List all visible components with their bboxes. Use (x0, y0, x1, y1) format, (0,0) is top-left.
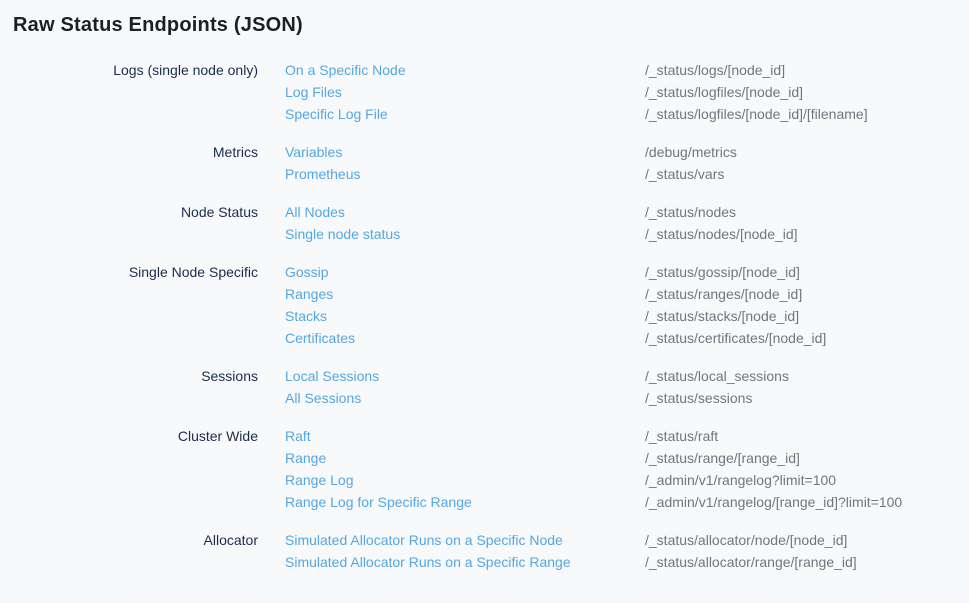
endpoints-column: /debug/metrics/_status/vars (645, 141, 969, 185)
endpoint-link[interactable]: Prometheus (285, 163, 360, 185)
endpoint-path: /_status/logs/[node_id] (645, 59, 969, 81)
endpoint-link[interactable]: Range Log (285, 469, 354, 491)
category-label: Allocator (0, 529, 285, 573)
endpoint-group: Allocator Simulated Allocator Runs on a … (0, 529, 969, 573)
links-column: RaftRangeRange LogRange Log for Specific… (285, 425, 645, 513)
endpoint-path: /_status/sessions (645, 387, 969, 409)
bottom-fade (0, 598, 969, 603)
endpoint-path: /_admin/v1/rangelog/[range_id]?limit=100 (645, 491, 969, 513)
endpoint-group: Node Status All NodesSingle node status … (0, 201, 969, 245)
endpoint-path: /_status/gossip/[node_id] (645, 261, 969, 283)
category-label: Cluster Wide (0, 425, 285, 513)
endpoint-path: /_status/nodes (645, 201, 969, 223)
category-label: Single Node Specific (0, 261, 285, 349)
endpoints-column: /_status/logs/[node_id]/_status/logfiles… (645, 59, 969, 125)
endpoint-link[interactable]: All Nodes (285, 201, 345, 223)
endpoints-column: /_status/local_sessions/_status/sessions (645, 365, 969, 409)
endpoint-link[interactable]: Stacks (285, 305, 327, 327)
endpoint-link[interactable]: Local Sessions (285, 365, 379, 387)
endpoint-link[interactable]: Specific Log File (285, 103, 388, 125)
endpoint-path: /_status/range/[range_id] (645, 447, 969, 469)
links-column: Local SessionsAll Sessions (285, 365, 645, 409)
endpoint-link[interactable]: Ranges (285, 283, 333, 305)
endpoint-group: Logs (single node only) On a Specific No… (0, 59, 969, 125)
endpoint-group: Sessions Local SessionsAll Sessions /_st… (0, 365, 969, 409)
endpoint-link[interactable]: Single node status (285, 223, 400, 245)
endpoint-link[interactable]: Range Log for Specific Range (285, 491, 472, 513)
category-label: Sessions (0, 365, 285, 409)
links-column: Simulated Allocator Runs on a Specific N… (285, 529, 645, 573)
endpoints-column: /_status/allocator/node/[node_id]/_statu… (645, 529, 969, 573)
links-column: GossipRangesStacksCertificates (285, 261, 645, 349)
endpoint-link[interactable]: Simulated Allocator Runs on a Specific R… (285, 551, 571, 573)
endpoint-link[interactable]: On a Specific Node (285, 59, 406, 81)
endpoint-path: /debug/metrics (645, 141, 969, 163)
endpoint-path: /_status/logfiles/[node_id]/[filename] (645, 103, 969, 125)
endpoint-group: Single Node Specific GossipRangesStacksC… (0, 261, 969, 349)
endpoint-link[interactable]: All Sessions (285, 387, 361, 409)
endpoint-link[interactable]: Log Files (285, 81, 342, 103)
endpoint-path: /_status/local_sessions (645, 365, 969, 387)
endpoint-path: /_status/raft (645, 425, 969, 447)
endpoint-groups: Logs (single node only) On a Specific No… (0, 59, 969, 573)
endpoint-path: /_status/allocator/node/[node_id] (645, 529, 969, 551)
endpoint-path: /_status/certificates/[node_id] (645, 327, 969, 349)
endpoint-path: /_status/ranges/[node_id] (645, 283, 969, 305)
category-label: Metrics (0, 141, 285, 185)
endpoint-group: Cluster Wide RaftRangeRange LogRange Log… (0, 425, 969, 513)
endpoint-path: /_status/vars (645, 163, 969, 185)
endpoint-path: /_admin/v1/rangelog?limit=100 (645, 469, 969, 491)
category-label: Node Status (0, 201, 285, 245)
endpoint-path: /_status/logfiles/[node_id] (645, 81, 969, 103)
endpoint-link[interactable]: Gossip (285, 261, 329, 283)
links-column: All NodesSingle node status (285, 201, 645, 245)
endpoint-link[interactable]: Range (285, 447, 326, 469)
endpoint-path: /_status/nodes/[node_id] (645, 223, 969, 245)
endpoint-link[interactable]: Raft (285, 425, 311, 447)
endpoint-path: /_status/allocator/range/[range_id] (645, 551, 969, 573)
endpoint-link[interactable]: Simulated Allocator Runs on a Specific N… (285, 529, 563, 551)
page-title: Raw Status Endpoints (JSON) (13, 13, 969, 37)
endpoint-link[interactable]: Variables (285, 141, 342, 163)
endpoints-column: /_status/gossip/[node_id]/_status/ranges… (645, 261, 969, 349)
links-column: On a Specific NodeLog FilesSpecific Log … (285, 59, 645, 125)
endpoints-column: /_status/raft/_status/range/[range_id]/_… (645, 425, 969, 513)
endpoint-group: Metrics VariablesPrometheus /debug/metri… (0, 141, 969, 185)
endpoint-link[interactable]: Certificates (285, 327, 355, 349)
raw-status-endpoints-page: Raw Status Endpoints (JSON) Logs (single… (0, 13, 969, 603)
category-label: Logs (single node only) (0, 59, 285, 125)
links-column: VariablesPrometheus (285, 141, 645, 185)
endpoints-column: /_status/nodes/_status/nodes/[node_id] (645, 201, 969, 245)
endpoint-path: /_status/stacks/[node_id] (645, 305, 969, 327)
